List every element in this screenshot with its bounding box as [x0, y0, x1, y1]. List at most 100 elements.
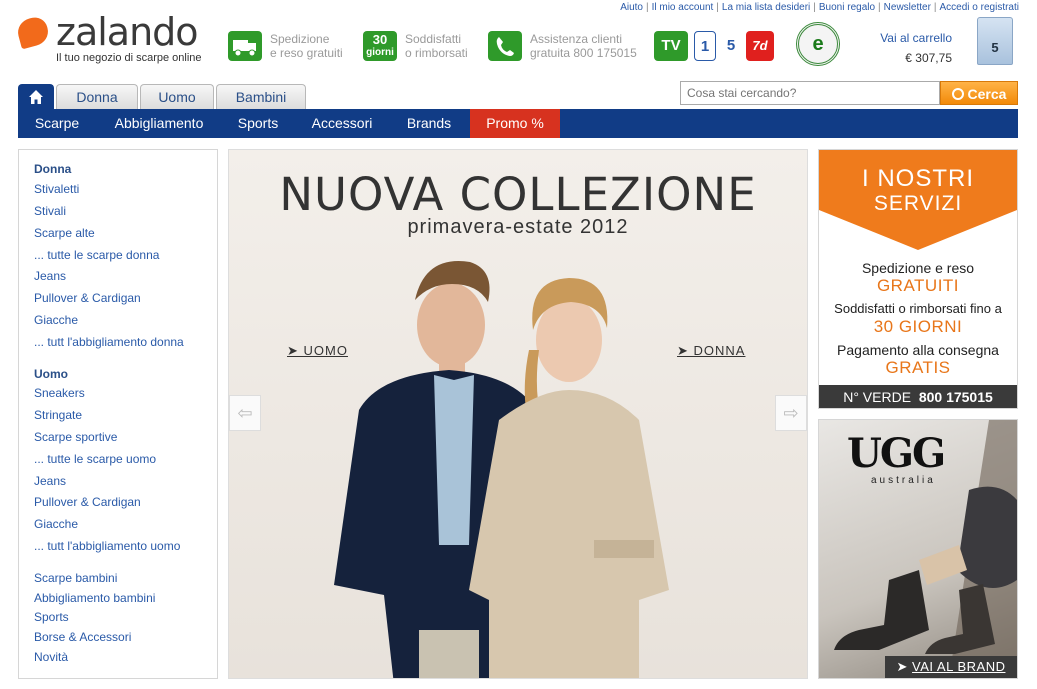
service-shipping-line2: e reso gratuiti	[270, 46, 343, 60]
sidebar-item[interactable]: Pullover & Cardigan	[34, 495, 141, 509]
service-row-highlight: GRATUITI	[876, 276, 960, 295]
nav-brands[interactable]: Brands	[390, 109, 468, 138]
sidebar-item[interactable]: ... tutt l'abbigliamento uomo	[34, 539, 180, 553]
30-giorni-icon: 30 giorni	[363, 31, 397, 61]
nav-accessori[interactable]: Accessori	[296, 109, 388, 138]
service-row-highlight: 30 GIORNI	[873, 317, 963, 336]
tab-donna[interactable]: Donna	[56, 84, 138, 109]
service-refund-line1: Soddisfatti	[405, 32, 462, 46]
sidebar-item[interactable]: Scarpe sportive	[34, 430, 117, 444]
nav-scarpe[interactable]: Scarpe	[18, 109, 96, 138]
cart-total: € 307,75	[905, 51, 952, 65]
services-phone-label: N° VERDE	[843, 389, 912, 405]
arrow-right-icon[interactable]: ⇨	[775, 395, 807, 431]
tab-home[interactable]	[18, 84, 54, 109]
cart-count: 5	[991, 40, 999, 55]
main-nav: Scarpe Abbigliamento Sports Accessori Br…	[18, 109, 1018, 138]
services-title-line1: I NOSTRI	[861, 165, 974, 192]
sidebar-item[interactable]: Scarpe alte	[34, 226, 95, 240]
utility-links: Aiuto | Il mio account | La mia lista deside…	[620, 2, 1019, 13]
service-refund-line2: o rimborsati	[405, 46, 468, 60]
ugg-cta-label: VAI AL BRAND	[912, 659, 1006, 674]
sidebar-item[interactable]: Novità	[34, 650, 68, 664]
sidebar-item[interactable]: Giacche	[34, 313, 78, 327]
service-row-label: Spedizione e reso	[861, 260, 975, 276]
hero-banner[interactable]: NUOVA COLLEZIONE primavera-estate 2012 ➤…	[228, 149, 808, 679]
search-input[interactable]	[680, 81, 940, 105]
sidebar-item[interactable]: Jeans	[34, 269, 66, 283]
sidebar-heading-uomo[interactable]: Uomo	[34, 367, 68, 381]
banner-link-donna-label: DONNA	[693, 343, 746, 358]
service-refund[interactable]: 30 giorni Soddisfatti o rimborsati	[363, 31, 478, 63]
sidebar-item[interactable]: Jeans	[34, 474, 66, 488]
search-bar: Cerca	[680, 81, 1018, 105]
banner-link-donna[interactable]: ➤ DONNA	[677, 343, 745, 359]
banner-models-image	[334, 261, 669, 678]
sidebar-item[interactable]: Borse & Accessori	[34, 630, 131, 644]
sidebar-item[interactable]: Giacche	[34, 517, 78, 531]
cart[interactable]: Vai al carrello € 307,75 5	[870, 17, 1020, 67]
sidebar-item[interactable]: ... tutte le scarpe uomo	[34, 452, 156, 466]
link-aiuto[interactable]: Aiuto	[620, 2, 643, 13]
tab-bambini[interactable]: Bambini	[216, 84, 306, 109]
tab-uomo[interactable]: Uomo	[140, 84, 214, 109]
link-gift[interactable]: Buoni regalo	[819, 2, 875, 13]
nav-abbigliamento[interactable]: Abbigliamento	[98, 109, 220, 138]
service-shipping-line1: Spedizione	[270, 32, 330, 46]
cart-label[interactable]: Vai al carrello	[880, 31, 952, 45]
nav-sports[interactable]: Sports	[222, 109, 294, 138]
home-icon	[29, 90, 43, 104]
link-newsletter[interactable]: Newsletter	[884, 2, 931, 13]
logo[interactable]: zalando Il tuo negozio di scarpe online	[14, 10, 218, 70]
ugg-logo: UGG	[847, 430, 946, 477]
nav-promo[interactable]: Promo %	[470, 109, 560, 138]
services-title: I NOSTRI SERVIZI	[819, 166, 1017, 216]
7d-icon: 7d	[746, 31, 774, 61]
services-phone-number: 800 175015	[918, 389, 993, 405]
sidebar-item[interactable]: ... tutte le scarpe donna	[34, 248, 159, 262]
sidebar-heading-donna[interactable]: Donna	[34, 162, 71, 176]
ugg-sub: australia	[871, 475, 936, 486]
shopping-bag-icon[interactable]: 5	[977, 17, 1013, 65]
service-row-label: Soddisfatti o rimborsati fino a	[834, 301, 1002, 316]
tv-icon: TV	[654, 31, 688, 61]
service-row-label: Pagamento alla consegna	[837, 342, 999, 358]
arrow-left-icon[interactable]: ⇦	[229, 395, 261, 431]
canale5-icon: 5	[720, 31, 742, 61]
service-row-highlight: GRATIS	[885, 358, 951, 377]
logo-tagline: Il tuo negozio di scarpe online	[56, 52, 202, 64]
sidebar-item[interactable]: Sports	[34, 610, 69, 624]
service-shipping[interactable]: Spedizione e reso gratuiti	[228, 31, 353, 63]
service-support-line2: gratuita 800 175015	[530, 46, 637, 60]
page: Aiuto | Il mio account | La mia lista deside…	[0, 0, 1037, 689]
phone-icon	[488, 31, 522, 61]
link-login[interactable]: Accedi o registrati	[940, 2, 1019, 13]
sidebar-item[interactable]: Pullover & Cardigan	[34, 291, 141, 305]
sidebar-item[interactable]: Stringate	[34, 408, 82, 422]
sidebar-item[interactable]: Stivali	[34, 204, 66, 218]
sidebar-item[interactable]: Abbigliamento bambini	[34, 591, 155, 605]
sidebar-item[interactable]: Sneakers	[34, 386, 85, 400]
sidebar-item[interactable]: Stivaletti	[34, 182, 79, 196]
trust-seal-icon[interactable]: e	[796, 22, 840, 66]
zalando-logo-icon	[14, 14, 52, 50]
search-button[interactable]: Cerca	[940, 81, 1018, 105]
sidebar-item[interactable]: ... tutt l'abbigliamento donna	[34, 335, 184, 349]
service-support[interactable]: Assistenza clienti gratuita 800 175015	[488, 31, 643, 63]
link-account[interactable]: Il mio account	[652, 2, 714, 13]
ugg-ad[interactable]: UGG australia ➤ VAI AL BRAND	[818, 419, 1018, 679]
ugg-cta-button[interactable]: ➤ VAI AL BRAND	[885, 656, 1017, 678]
link-wishlist[interactable]: La mia lista desideri	[722, 2, 810, 13]
truck-icon	[228, 31, 262, 61]
logo-wordmark: zalando	[56, 10, 199, 54]
banner-link-uomo[interactable]: ➤ UOMO	[287, 343, 348, 359]
sidebar-item[interactable]: Scarpe bambini	[34, 571, 117, 585]
sidebar: Donna Stivaletti Stivali Scarpe alte ...…	[18, 149, 218, 679]
services-phone: N° VERDE 800 175015	[819, 385, 1017, 408]
services-title-line2: SERVIZI	[873, 192, 963, 215]
rai1-icon: 1	[694, 31, 716, 61]
banner-link-uomo-label: UOMO	[303, 343, 348, 358]
services-box[interactable]: I NOSTRI SERVIZI Spedizione e reso GRATUI…	[818, 149, 1018, 409]
service-support-line1: Assistenza clienti	[530, 32, 623, 46]
search-icon	[951, 88, 964, 100]
